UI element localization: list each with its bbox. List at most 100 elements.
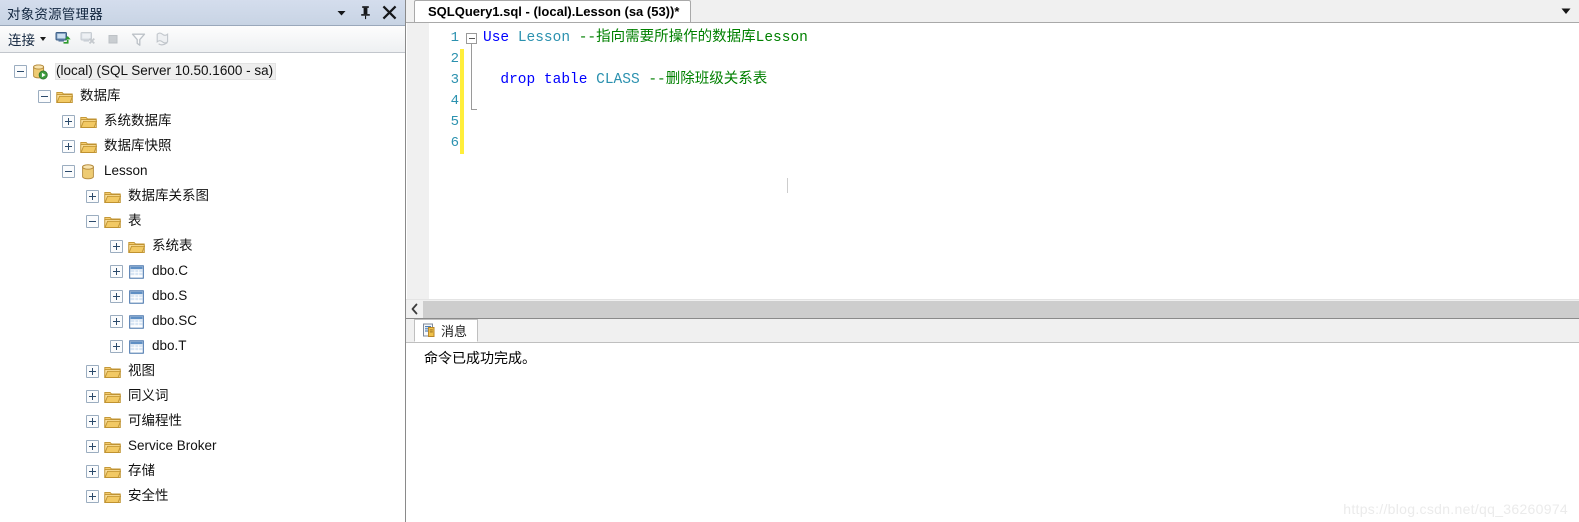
document-tabstrip: SQLQuery1.sql - (local).Lesson (sa (53))… [406, 0, 1579, 23]
code-editor[interactable]: 1 2 3 4 5 6 Use Lesson --指向需要所操作的数据库Lesson dr… [406, 23, 1579, 299]
tree-expander-plus-icon[interactable] [86, 190, 99, 203]
tree-node-label: 系统表 [152, 238, 193, 254]
editor-horizontal-scrollbar[interactable] [406, 299, 1579, 318]
disconnect-server-icon [76, 28, 100, 51]
chevron-down-icon [40, 37, 46, 41]
line-number: 5 [450, 114, 459, 130]
tree-expander-plus-icon[interactable] [110, 290, 123, 303]
tree-node[interactable]: 可编程性 [0, 409, 405, 434]
tree-node-label: dbo.S [152, 288, 188, 304]
tree-node-label: 系统数据库 [104, 113, 172, 129]
line-number: 6 [450, 135, 459, 151]
ssms-window: 对象资源管理器 连接 (local) (SQL Server 10.50.160… [0, 0, 1579, 522]
tree-expander-plus-icon[interactable] [110, 240, 123, 253]
tree-expander-minus-icon[interactable] [86, 215, 99, 228]
tree-node-label: 安全性 [128, 488, 169, 504]
code-token-object: Lesson [517, 30, 571, 46]
tree-expander-plus-icon[interactable] [110, 315, 123, 328]
tree-expander-plus-icon[interactable] [86, 415, 99, 428]
folder-icon [79, 113, 97, 130]
folder-icon [55, 88, 73, 105]
tree-node-label: Lesson [104, 163, 148, 179]
code-text-area[interactable]: Use Lesson --指向需要所操作的数据库Lesson drop tabl… [479, 23, 1579, 299]
tree-node[interactable]: dbo.S [0, 284, 405, 309]
tree-expander-plus-icon[interactable] [86, 365, 99, 378]
tree-node[interactable]: 存储 [0, 459, 405, 484]
line-number: 4 [450, 93, 459, 109]
line-number: 3 [450, 72, 459, 88]
code-line[interactable] [479, 112, 1579, 133]
connect-button[interactable]: 连接 [6, 28, 50, 50]
mouse-ibeam [787, 178, 788, 193]
table-icon [127, 313, 145, 330]
tree-expander-plus-icon[interactable] [86, 465, 99, 478]
code-line[interactable]: drop table CLASS --删除班级关系表 [479, 70, 1579, 91]
code-token-comment: --指向需要所操作的数据库Lesson [578, 30, 808, 46]
code-line[interactable] [479, 49, 1579, 70]
tree-node[interactable]: dbo.T [0, 334, 405, 359]
tree-expander-plus-icon[interactable] [86, 390, 99, 403]
tree-node[interactable]: 同义词 [0, 384, 405, 409]
tree-node[interactable]: Lesson [0, 159, 405, 184]
folder-icon [79, 138, 97, 155]
database-icon [79, 163, 97, 180]
tree-node[interactable]: 数据库快照 [0, 134, 405, 159]
tree-expander-plus-icon[interactable] [62, 140, 75, 153]
tree-node[interactable]: 系统表 [0, 234, 405, 259]
tree-node[interactable]: dbo.C [0, 259, 405, 284]
folder-icon [103, 438, 121, 455]
tree-node-label: 表 [128, 213, 142, 229]
chevron-left-icon[interactable] [406, 301, 423, 318]
tree-expander-minus-icon[interactable] [38, 90, 51, 103]
tree-expander-plus-icon[interactable] [110, 265, 123, 278]
object-explorer-titlebar: 对象资源管理器 [0, 0, 405, 26]
chevron-down-icon[interactable] [1559, 4, 1573, 18]
scrollbar-thumb[interactable] [423, 300, 1579, 318]
tab-messages[interactable]: 消息 [414, 319, 479, 342]
connect-button-label: 连接 [8, 33, 35, 48]
tree-node[interactable]: 视图 [0, 359, 405, 384]
tree-expander-plus-icon[interactable] [86, 440, 99, 453]
tree-node[interactable]: 安全性 [0, 484, 405, 509]
table-icon [127, 263, 145, 280]
folder-icon [127, 238, 145, 255]
tree-expander-plus-icon[interactable] [110, 340, 123, 353]
tree-node[interactable]: Service Broker [0, 434, 405, 459]
tree-node[interactable]: dbo.SC [0, 309, 405, 334]
region-bracket [471, 44, 477, 110]
code-line[interactable]: Use Lesson --指向需要所操作的数据库Lesson [479, 28, 1579, 49]
line-number: 2 [450, 51, 459, 67]
pin-icon[interactable] [353, 2, 377, 24]
collapse-region-icon[interactable] [466, 33, 477, 44]
code-line[interactable] [479, 133, 1579, 154]
code-line[interactable] [479, 91, 1579, 112]
tree-node[interactable]: 系统数据库 [0, 109, 405, 134]
messages-output[interactable]: 命令已成功完成。 [406, 343, 1579, 522]
code-token-keyword: drop [500, 72, 536, 88]
tree-node[interactable]: (local) (SQL Server 10.50.1600 - sa) [0, 59, 405, 84]
folder-icon [103, 488, 121, 505]
tree-expander-plus-icon[interactable] [62, 115, 75, 128]
tree-node[interactable]: 表 [0, 209, 405, 234]
chevron-down-icon[interactable] [329, 2, 353, 24]
tree-node[interactable]: 数据库关系图 [0, 184, 405, 209]
tree-node-label: (local) (SQL Server 10.50.1600 - sa) [55, 63, 277, 80]
tab-sqlquery1[interactable]: SQLQuery1.sql - (local).Lesson (sa (53))… [414, 0, 692, 22]
connect-server-icon[interactable] [51, 28, 75, 51]
tree-expander-minus-icon[interactable] [14, 65, 27, 78]
tree-node-label: Service Broker [128, 438, 217, 454]
selection-margin[interactable] [407, 23, 430, 299]
close-icon[interactable] [377, 2, 401, 24]
filter-funnel-icon [126, 28, 150, 51]
scrollbar-track[interactable] [423, 300, 1579, 318]
tree-expander-minus-icon[interactable] [62, 165, 75, 178]
folder-icon [103, 363, 121, 380]
object-explorer-tree[interactable]: (local) (SQL Server 10.50.1600 - sa) 数据库系… [0, 53, 405, 522]
tree-expander-plus-icon[interactable] [86, 490, 99, 503]
tree-node[interactable]: 数据库 [0, 84, 405, 109]
results-pane: 消息 命令已成功完成。 [406, 318, 1579, 522]
outlining-margin[interactable] [464, 23, 479, 299]
messages-icon [421, 322, 436, 339]
